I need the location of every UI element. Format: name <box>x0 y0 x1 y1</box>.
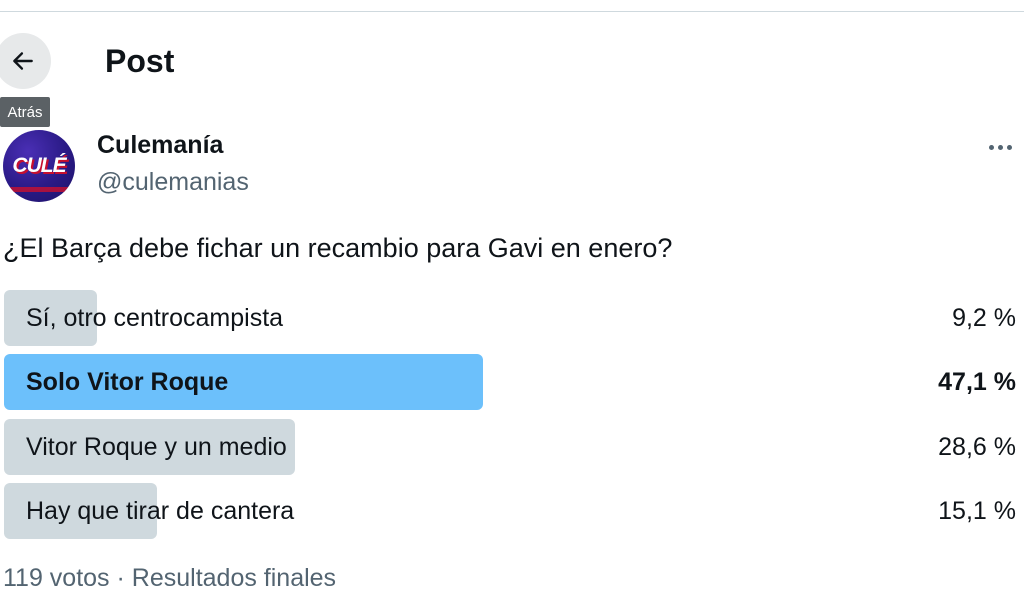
post-text: ¿El Barça debe fichar un recambio para G… <box>3 233 673 263</box>
arrow-left-icon <box>13 52 33 70</box>
poll-footer: 119 votos · Resultados finales <box>3 564 337 592</box>
author-name[interactable]: Culemanía <box>97 130 223 160</box>
more-horizontal-icon <box>1006 144 1012 150</box>
poll-option-percent: 28,6 % <box>938 432 1016 461</box>
author-handle[interactable]: @culemanias <box>97 167 249 197</box>
poll-option-label: Solo Vitor Roque <box>26 367 229 396</box>
page-title: Post <box>105 43 175 79</box>
avatar-stripe <box>3 187 75 192</box>
back-button[interactable] <box>0 33 51 89</box>
poll-option-percent: 9,2 % <box>952 303 1016 332</box>
avatar[interactable]: CULÉ <box>3 130 75 202</box>
more-horizontal-icon <box>997 144 1003 150</box>
poll-option: Hay que tirar de cantera 15,1 % <box>4 483 1020 539</box>
poll-option-label: Sí, otro centrocampista <box>26 303 284 332</box>
avatar-logo-text: CULÉ <box>12 154 66 177</box>
poll-option: Vitor Roque y un medio 28,6 % <box>4 419 1020 475</box>
poll-option-percent: 15,1 % <box>938 496 1016 525</box>
more-horizontal-icon <box>988 144 994 150</box>
poll-option-label: Vitor Roque y un medio <box>26 432 287 461</box>
more-options-button[interactable] <box>982 135 1018 159</box>
poll-option: Sí, otro centrocampista 9,2 % <box>4 290 1020 346</box>
poll-option: Solo Vitor Roque 47,1 % <box>4 354 1020 410</box>
top-divider <box>0 0 1024 12</box>
poll-option-label: Hay que tirar de cantera <box>26 496 295 525</box>
poll-option-percent: 47,1 % <box>938 367 1016 396</box>
back-tooltip: Atrás <box>0 97 50 127</box>
